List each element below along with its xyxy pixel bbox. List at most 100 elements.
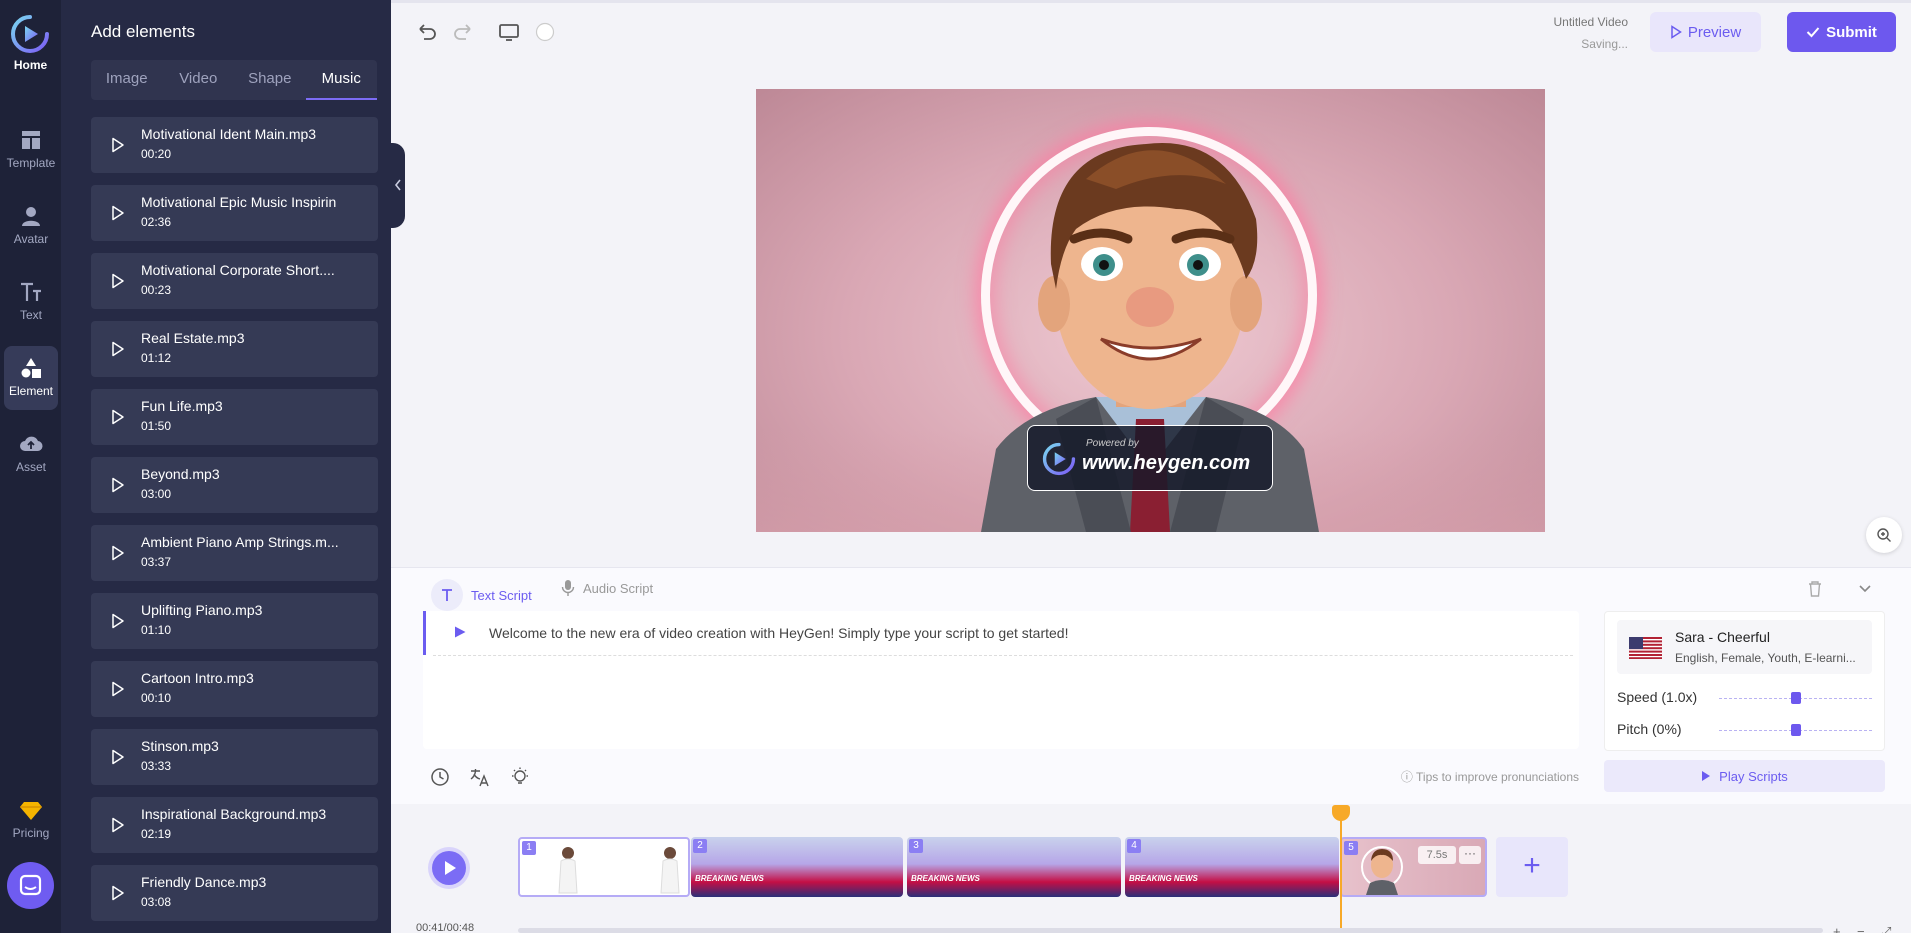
music-item[interactable]: Motivational Corporate Short.... 00:23 bbox=[91, 253, 378, 309]
nav-item-element[interactable]: Element bbox=[4, 346, 58, 410]
pitch-label: Pitch (0%) bbox=[1617, 721, 1682, 737]
play-icon[interactable] bbox=[107, 679, 127, 699]
zoom-button[interactable] bbox=[1866, 517, 1902, 553]
music-item[interactable]: Friendly Dance.mp3 03:08 bbox=[91, 865, 378, 921]
script-line-text[interactable]: Welcome to the new era of video creation… bbox=[489, 625, 1068, 641]
redo-icon[interactable] bbox=[451, 20, 475, 44]
tab-image[interactable]: Image bbox=[91, 60, 163, 100]
music-item[interactable]: Motivational Epic Music Inspirin 02:36 bbox=[91, 185, 378, 241]
timeline-play-button[interactable] bbox=[432, 851, 466, 885]
scene-caption: BREAKING NEWS bbox=[695, 874, 764, 883]
nav-item-avatar[interactable]: Avatar bbox=[4, 194, 58, 258]
music-name: Motivational Ident Main.mp3 bbox=[141, 126, 317, 142]
speed-slider-thumb[interactable] bbox=[1791, 692, 1801, 704]
music-item[interactable]: Cartoon Intro.mp3 00:10 bbox=[91, 661, 378, 717]
timeline-scrollbar[interactable] bbox=[518, 928, 1823, 933]
play-icon[interactable] bbox=[107, 475, 127, 495]
scene-5[interactable]: 5 7.5s ··· bbox=[1340, 837, 1487, 897]
trash-icon[interactable] bbox=[1807, 580, 1823, 598]
chevron-down-icon[interactable] bbox=[1857, 580, 1873, 596]
tab-text-script[interactable]: Text Script bbox=[431, 579, 532, 611]
pitch-slider-thumb[interactable] bbox=[1791, 724, 1801, 736]
nav-item-label: Text bbox=[19, 308, 42, 322]
voice-selector[interactable]: Sara - Cheerful English, Female, Youth, … bbox=[1617, 620, 1872, 674]
music-duration: 03:37 bbox=[141, 555, 172, 569]
music-name: Fun Life.mp3 bbox=[141, 398, 223, 414]
scene-1[interactable]: 1 bbox=[518, 837, 690, 897]
timeline-zoom-out-icon[interactable]: − bbox=[1857, 924, 1865, 933]
pronunciation-tips-link[interactable]: ⓘ Tips to improve pronunciations bbox=[1394, 768, 1579, 785]
play-icon[interactable] bbox=[107, 135, 127, 155]
video-title[interactable]: Untitled Video bbox=[1520, 15, 1629, 29]
translate-icon[interactable] bbox=[469, 766, 491, 788]
panel-title: Add elements bbox=[91, 22, 195, 41]
preview-label: Preview bbox=[1687, 23, 1742, 41]
upload-cloud-icon bbox=[20, 436, 43, 452]
play-icon[interactable] bbox=[107, 271, 127, 291]
background-color-icon[interactable] bbox=[533, 20, 557, 44]
play-icon[interactable] bbox=[107, 815, 127, 835]
music-duration: 03:08 bbox=[141, 895, 172, 909]
nav-item-template[interactable]: Template bbox=[4, 118, 58, 182]
play-line-icon[interactable] bbox=[453, 625, 467, 639]
scene-3[interactable]: 3 BREAKING NEWS bbox=[907, 837, 1121, 897]
text-icon bbox=[442, 589, 452, 601]
pause-clock-icon[interactable] bbox=[429, 766, 451, 788]
voice-description: English, Female, Youth, E-learni... bbox=[1675, 651, 1856, 665]
scene-4[interactable]: 4 BREAKING NEWS bbox=[1125, 837, 1339, 897]
scene-more-button[interactable]: ··· bbox=[1459, 846, 1481, 864]
music-name: Cartoon Intro.mp3 bbox=[141, 670, 254, 686]
nav-item-text[interactable]: Text bbox=[4, 270, 58, 334]
playhead[interactable] bbox=[1340, 805, 1342, 933]
play-icon[interactable] bbox=[107, 883, 127, 903]
scene-2[interactable]: 2 BREAKING NEWS bbox=[691, 837, 903, 897]
nav-item-pricing[interactable]: Pricing bbox=[4, 788, 58, 852]
timeline-zoom-in-icon[interactable]: + bbox=[1833, 924, 1841, 933]
play-icon[interactable] bbox=[107, 339, 127, 359]
nav-home-label[interactable]: Home bbox=[0, 58, 61, 72]
play-icon[interactable] bbox=[107, 203, 127, 223]
play-icon[interactable] bbox=[107, 747, 127, 767]
music-item[interactable]: Inspirational Background.mp3 02:19 bbox=[91, 797, 378, 853]
us-flag-icon bbox=[1629, 637, 1662, 659]
script-editor[interactable]: Welcome to the new era of video creation… bbox=[423, 611, 1579, 749]
timeline-fit-icon[interactable]: ⤢ bbox=[1881, 924, 1891, 933]
play-icon[interactable] bbox=[107, 543, 127, 563]
tab-shape[interactable]: Shape bbox=[234, 60, 306, 100]
diamond-icon bbox=[20, 802, 42, 820]
scene-duration: 7.5s bbox=[1418, 846, 1456, 864]
music-item[interactable]: Stinson.mp3 03:33 bbox=[91, 729, 378, 785]
scene-number: 4 bbox=[1127, 839, 1141, 853]
heygen-logo-icon[interactable] bbox=[10, 14, 50, 54]
lightbulb-icon[interactable] bbox=[509, 766, 531, 788]
music-item[interactable]: Uplifting Piano.mp3 01:10 bbox=[91, 593, 378, 649]
music-item[interactable]: Real Estate.mp3 01:12 bbox=[91, 321, 378, 377]
music-item[interactable]: Ambient Piano Amp Strings.m... 03:37 bbox=[91, 525, 378, 581]
tab-music[interactable]: Music bbox=[305, 60, 377, 100]
preview-button[interactable]: Preview bbox=[1650, 12, 1761, 52]
music-item[interactable]: Fun Life.mp3 01:50 bbox=[91, 389, 378, 445]
nav-item-label: Template bbox=[6, 156, 56, 170]
music-duration: 03:00 bbox=[141, 487, 172, 501]
scene-caption: BREAKING NEWS bbox=[1129, 874, 1198, 883]
submit-label: Submit bbox=[1826, 23, 1877, 41]
aspect-ratio-icon[interactable] bbox=[497, 20, 521, 44]
play-scripts-label: Play Scripts bbox=[1719, 768, 1788, 784]
music-item[interactable]: Motivational Ident Main.mp3 00:20 bbox=[91, 117, 378, 173]
play-scripts-button[interactable]: Play Scripts bbox=[1604, 760, 1885, 792]
undo-icon[interactable] bbox=[415, 20, 439, 44]
music-name: Stinson.mp3 bbox=[141, 738, 219, 754]
music-item[interactable]: Beyond.mp3 03:00 bbox=[91, 457, 378, 513]
nav-item-asset[interactable]: Asset bbox=[4, 422, 58, 486]
chat-support-button[interactable] bbox=[7, 862, 54, 909]
play-icon[interactable] bbox=[107, 611, 127, 631]
submit-button[interactable]: Submit bbox=[1787, 12, 1896, 52]
tab-video[interactable]: Video bbox=[163, 60, 235, 100]
music-name: Uplifting Piano.mp3 bbox=[141, 602, 263, 618]
collapse-panel-handle[interactable] bbox=[391, 143, 405, 228]
playhead-handle[interactable] bbox=[1332, 805, 1350, 821]
video-canvas[interactable]: Powered by www.heygen.com bbox=[756, 89, 1545, 532]
play-icon[interactable] bbox=[107, 407, 127, 427]
add-scene-button[interactable]: + bbox=[1496, 837, 1568, 897]
tab-audio-script[interactable]: Audio Script bbox=[561, 579, 653, 597]
